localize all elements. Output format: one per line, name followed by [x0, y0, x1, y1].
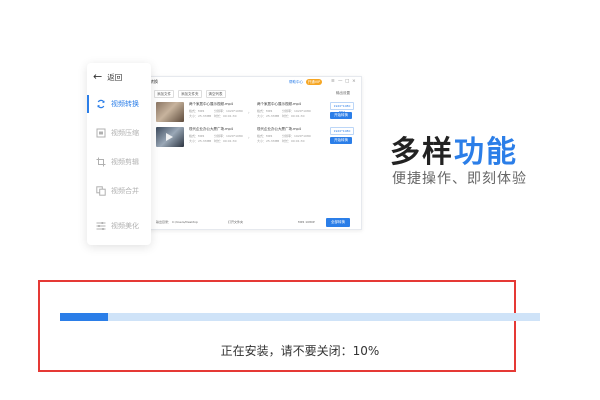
- target-meta: 大小：25.33MB: [257, 139, 280, 143]
- menu-item-label: 视频转换: [111, 100, 139, 108]
- convert-button: 开始转换: [330, 137, 352, 144]
- open-folder-link: 打开文件夹: [228, 220, 244, 224]
- preview-title: 转换: [150, 79, 158, 84]
- preview-toolbar: 添加文件 添加文件夹 清空列表: [154, 90, 226, 98]
- clear-list-button: 清空列表: [205, 90, 226, 98]
- target-meta: 时长：00:01:30: [282, 114, 305, 118]
- source-meta: 大小：25.33MB: [189, 139, 212, 143]
- file-row: 现代企业办公大厦广场.mp4 格式：MP4 分辨率：1920*1080 大小：2…: [156, 127, 356, 149]
- menu-item-label: 视频压缩: [111, 129, 139, 137]
- arrow-left-icon: ←: [93, 70, 103, 83]
- maximize-icon: □: [345, 79, 350, 84]
- preview-titlebar: 转换 帮助中心 开通VIP ≡ — □ ×: [136, 77, 361, 89]
- progress-bar: [60, 313, 540, 321]
- target-file-name: 现代企业办公大厦广场.mp4: [257, 127, 301, 131]
- source-meta: 分辨率：1920*1080: [214, 109, 243, 113]
- output-dir-label: 输出目录：: [156, 220, 172, 224]
- source-meta: 格式：MP4: [189, 109, 205, 113]
- output-format-button: 1920*1080 MP4: [330, 102, 354, 114]
- convert-all-button: 全部转换: [326, 218, 350, 227]
- target-meta: 分辨率：1920*1080: [282, 109, 311, 113]
- minimize-icon: —: [338, 79, 343, 84]
- output-format-button: 1920*1080: [330, 127, 354, 135]
- help-link: 帮助中心: [289, 80, 303, 84]
- preview-window: 转换 帮助中心 开通VIP ≡ — □ × 添加文件 添加文件夹 清空列表 输出…: [135, 76, 362, 230]
- convert-button: 开始转换: [330, 112, 352, 119]
- menu-item-video-merge: 视频合并: [87, 180, 151, 202]
- back-label: 返回: [107, 72, 123, 82]
- menu-item-label: 视频剪辑: [111, 158, 139, 166]
- source-meta: 时长：00:01:30: [214, 139, 237, 143]
- target-meta: 分辨率：1920*1080: [282, 134, 311, 138]
- merge-icon: [96, 186, 106, 196]
- video-thumbnail: [156, 127, 184, 147]
- arrow-right-icon: ›: [248, 135, 250, 140]
- menu-icon: ≡: [331, 79, 335, 84]
- target-meta: 时长：00:01:30: [282, 139, 305, 143]
- progress-fill: [60, 313, 108, 321]
- sliders-icon: [96, 222, 106, 230]
- headline-dark: 多样: [390, 135, 454, 170]
- add-folder-button: 添加文件夹: [178, 90, 202, 98]
- menu-item-video-edit: 视频剪辑: [87, 151, 151, 173]
- crop-icon: [96, 157, 106, 167]
- menu-item-label: 视频美化: [111, 222, 139, 230]
- source-meta: 时长：00:01:30: [214, 114, 237, 118]
- subheadline: 便捷操作、即刻体验: [392, 171, 527, 187]
- target-meta: 格式：MP4: [257, 134, 273, 138]
- format-label: MP4 1080P: [298, 220, 315, 224]
- play-icon: [166, 133, 173, 141]
- arrow-right-icon: ›: [248, 110, 250, 115]
- video-thumbnail: [156, 102, 184, 122]
- source-file-name: 现代企业办公大厦广场.mp4: [189, 127, 233, 131]
- refresh-icon: [97, 99, 105, 109]
- source-file-name: 两个家居中心展示视频.mp4: [189, 102, 233, 106]
- source-meta: 格式：MP4: [189, 134, 205, 138]
- source-meta: 大小：25.33MB: [189, 114, 212, 118]
- file-row: 两个家居中心展示视频.mp4 格式：MP4 分辨率：1920*1080 大小：2…: [156, 102, 356, 124]
- vip-badge: 开通VIP: [306, 79, 322, 85]
- output-dir-value: C:/Users/Desktop: [172, 220, 198, 224]
- menu-item-video-compress: 视频压缩: [87, 122, 151, 144]
- headline-blue: 功能: [454, 135, 518, 170]
- close-icon: ×: [352, 79, 356, 84]
- menu-item-video-convert: 视频转换: [87, 93, 151, 115]
- output-settings-link: 输出设置: [336, 91, 350, 95]
- source-meta: 分辨率：1920*1080: [214, 134, 243, 138]
- target-meta: 格式：MP4: [257, 109, 273, 113]
- preview-footer: 输出目录： C:/Users/Desktop 打开文件夹 MP4 1080P 全…: [154, 218, 359, 228]
- menu-item-video-beautify: 视频美化: [87, 215, 151, 237]
- headline: 多样功能: [390, 127, 518, 171]
- install-status-text: 正在安装，请不要关闭：10%: [220, 344, 380, 358]
- back-button: ← 返回: [93, 70, 122, 84]
- menu-item-label: 视频合并: [111, 187, 139, 195]
- compress-icon: [96, 128, 106, 138]
- add-file-button: 添加文件: [154, 90, 174, 98]
- feature-menu-card: ← 返回 视频转换 视频压缩 视频剪辑 视频合并 视频美化: [87, 63, 151, 245]
- target-file-name: 两个家居中心展示视频.mp4: [257, 102, 301, 106]
- target-meta: 大小：25.33MB: [257, 114, 280, 118]
